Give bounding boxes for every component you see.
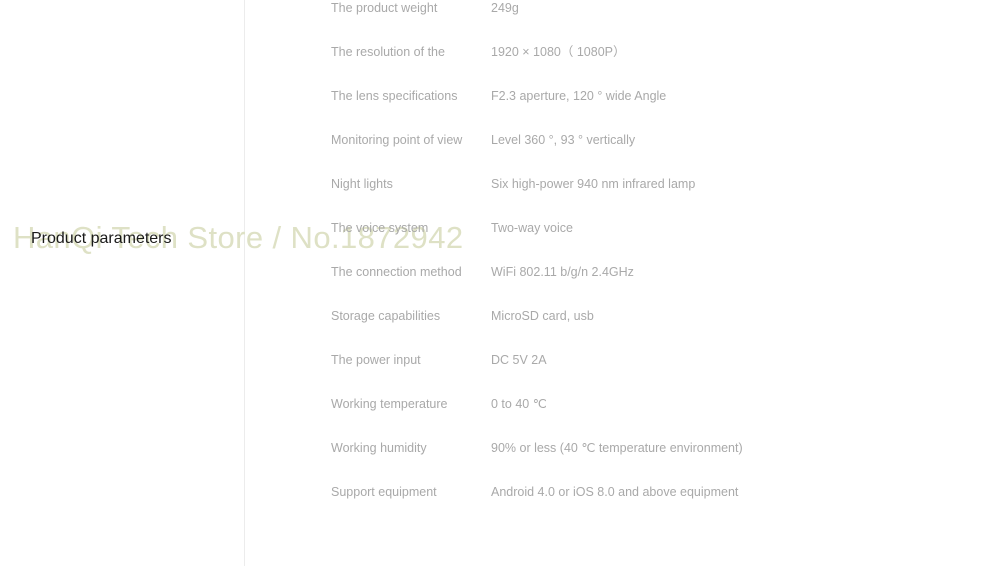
spec-value: WiFi 802.11 b/g/n 2.4GHz [491,265,634,279]
spec-label: Working temperature [331,397,448,411]
spec-row: The power input DC 5V 2A [331,352,971,396]
spec-label: The resolution of the [331,45,445,59]
spec-label: The product weight [331,1,438,15]
product-parameters-page: HanQi Tech Store / No.1872942 Product pa… [0,0,1000,566]
spec-value: 0 to 40 ℃ [491,397,547,411]
specification-table: The product weight 249g The resolution of … [331,0,971,528]
spec-label: Monitoring point of view [331,133,463,147]
spec-label: Night lights [331,177,393,191]
spec-row: Working temperature 0 to 40 ℃ [331,396,971,440]
spec-value: Six high-power 940 nm infrared lamp [491,177,696,191]
spec-row: Night lights Six high-power 940 nm infrar… [331,176,971,220]
spec-value: DC 5V 2A [491,353,547,367]
spec-label: The connection method [331,265,462,279]
spec-value: Android 4.0 or iOS 8.0 and above equipme… [491,485,739,499]
spec-label: The power input [331,353,421,367]
spec-value: 90% or less (40 ℃ temperature environmen… [491,441,743,455]
spec-row: Monitoring point of view Level 360 °, 93 … [331,132,971,176]
spec-row: Storage capabilities MicroSD card, usb [331,308,971,352]
spec-label: The voice system [331,221,429,235]
spec-value: Two-way voice [491,221,573,235]
spec-row: The resolution of the 1920 × 1080（ 1080P） [331,44,971,88]
spec-row: The lens specifications F2.3 aperture, 12… [331,88,971,132]
spec-value: 249g [491,1,519,15]
spec-value: 1920 × 1080（ 1080P） [491,45,626,59]
spec-label: Support equipment [331,485,437,499]
spec-value: MicroSD card, usb [491,309,594,323]
spec-value: Level 360 °, 93 ° vertically [491,133,636,147]
spec-row: The voice system Two-way voice [331,220,971,264]
column-divider [244,0,245,566]
spec-label: Working humidity [331,441,427,455]
spec-label: Storage capabilities [331,309,441,323]
page-title: Product parameters [31,230,172,247]
spec-row: The product weight 249g [331,0,971,44]
spec-row: Support equipment Android 4.0 or iOS 8.0 … [331,484,971,528]
spec-value: F2.3 aperture, 120 ° wide Angle [491,89,667,103]
spec-row: The connection method WiFi 802.11 b/g/n 2… [331,264,971,308]
spec-row: Working humidity 90% or less (40 ℃ temper… [331,440,971,484]
spec-label: The lens specifications [331,89,458,103]
